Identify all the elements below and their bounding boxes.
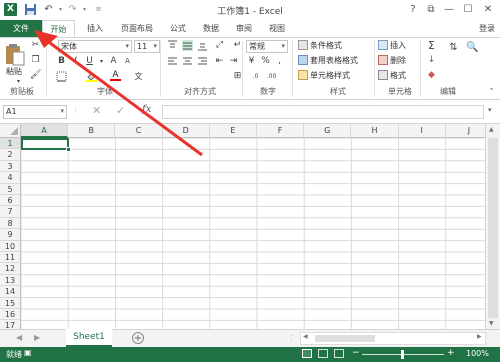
annotation-arrow bbox=[34, 30, 203, 157]
arrow-shaft bbox=[45, 38, 203, 157]
